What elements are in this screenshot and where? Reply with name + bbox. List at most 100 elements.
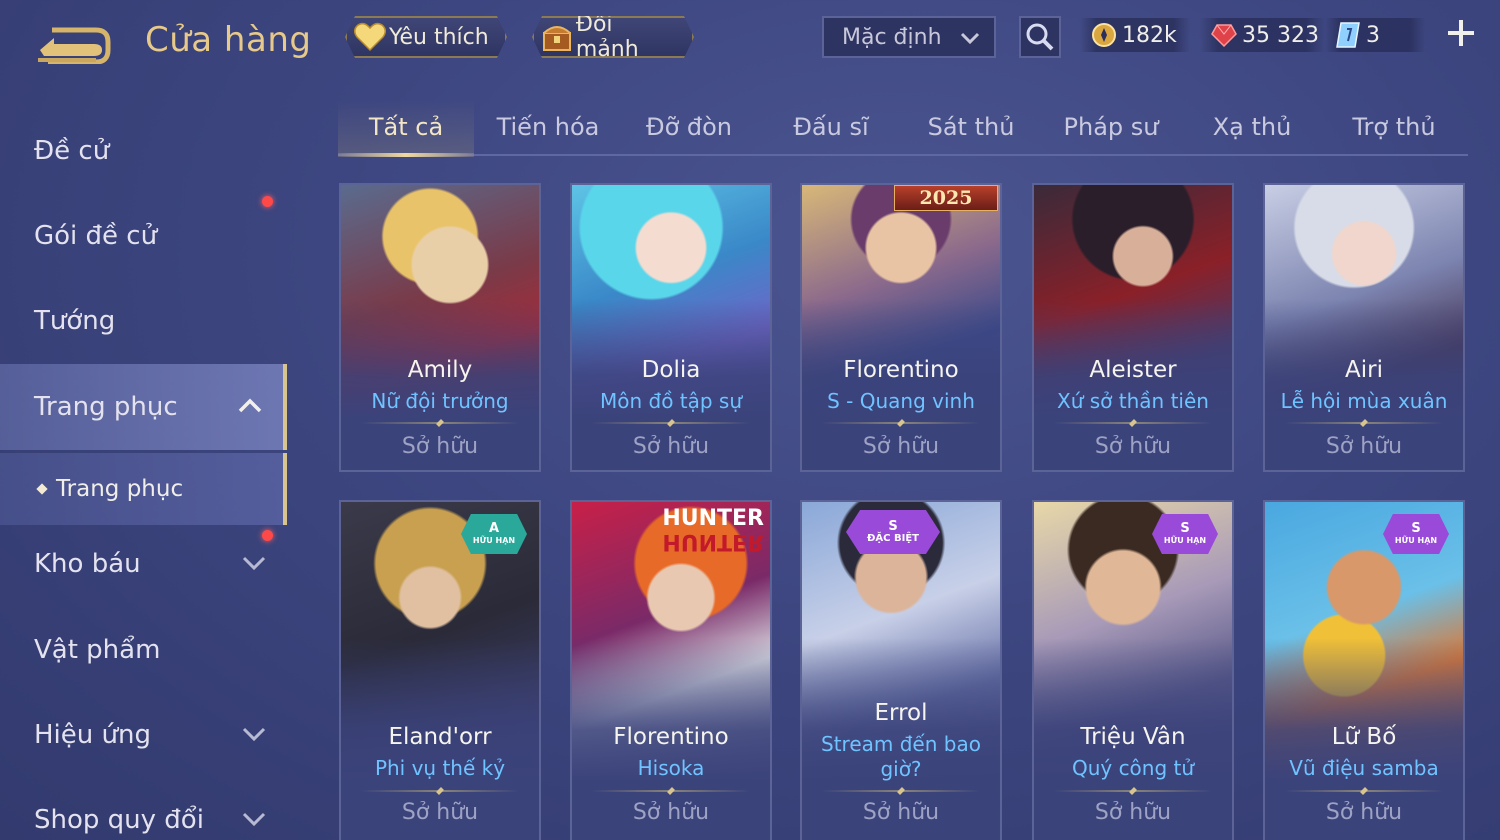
sidebar-item-effects[interactable]: Hiệu ứng: [0, 692, 287, 778]
sidebar-item-heroes[interactable]: Tướng: [0, 278, 287, 364]
hero-name: Amily: [407, 357, 473, 383]
chevron-up-icon: [238, 398, 262, 413]
card-divider: [1054, 419, 1212, 427]
card-divider: [592, 419, 750, 427]
ruby-currency: 35 323: [1210, 18, 1319, 52]
plus-icon[interactable]: [1444, 16, 1478, 50]
sidebar-item-label: Trang phục: [34, 392, 178, 422]
tab-support[interactable]: Trợ thủ: [1324, 100, 1464, 154]
sidebar: Đề cử Gói đề cử Tướng Trang phục Trang p…: [0, 100, 287, 840]
sidebar-item-recommended-packs[interactable]: Gói đề cử: [0, 193, 287, 279]
chevron-down-icon: [960, 32, 980, 45]
rank-letter: A: [488, 521, 500, 536]
gold-coin-icon: [1090, 21, 1118, 49]
voucher-card-icon: [1334, 21, 1362, 49]
treasure-chest-icon: [540, 20, 574, 54]
skin-card[interactable]: Aleister Xứ sở thần tiên Sở hữu: [1032, 183, 1234, 472]
rank-letter: S: [888, 519, 898, 534]
owned-status: Sở hữu: [632, 800, 710, 825]
notification-dot: [262, 530, 273, 541]
class-filter-tabs: Tất cả Tiến hóa Đỡ đòn Đấu sĩ Sát thủ Ph…: [338, 100, 1468, 157]
voucher-currency: 3: [1334, 18, 1380, 52]
sidebar-item-exchange-shop[interactable]: Shop quy đổi: [0, 777, 287, 840]
tab-mage[interactable]: Pháp sư: [1042, 100, 1180, 154]
owned-status: Sở hữu: [862, 434, 940, 459]
owned-status: Sở hữu: [632, 434, 710, 459]
hero-name: Airi: [1345, 357, 1383, 383]
card-divider: [822, 787, 980, 795]
rank-label: ĐẶC BIỆT: [867, 533, 919, 544]
skin-name: Môn đồ tập sự: [599, 389, 743, 413]
tab-tank[interactable]: Đỡ đòn: [620, 100, 758, 154]
search-icon: [1026, 23, 1054, 51]
favorites-label: Yêu thích: [389, 24, 489, 50]
hero-name: Aleister: [1089, 357, 1177, 383]
skin-name: Vũ điệu samba: [1289, 756, 1439, 780]
skin-card[interactable]: 2025 Florentino S - Quang vinh Sở hữu: [800, 183, 1002, 472]
rank-label: HỮU HẠN: [1163, 536, 1207, 545]
tab-fighter[interactable]: Đấu sĩ: [762, 100, 900, 154]
hunter-logo: HUNTER HUNTER: [662, 506, 764, 555]
sidebar-item-label: Đề cử: [34, 136, 110, 166]
skin-card[interactable]: S HỮU HẠN Triệu Vân Quý công tử Sở hữu: [1032, 500, 1234, 840]
chevron-down-icon: [242, 812, 266, 827]
rank-label: HỮU HẠN: [472, 536, 516, 545]
hero-name: Eland'orr: [388, 724, 492, 750]
skin-card[interactable]: Amily Nữ đội trưởng Sở hữu: [339, 183, 541, 472]
card-divider: [592, 787, 750, 795]
tab-marksman[interactable]: Xạ thủ: [1182, 100, 1322, 154]
chevron-down-icon: [242, 556, 266, 571]
owned-status: Sở hữu: [1325, 434, 1403, 459]
exchange-fragments-button[interactable]: Đổi mảnh: [532, 16, 694, 58]
sidebar-item-label: Gói đề cử: [34, 221, 158, 251]
hero-name: Florentino: [613, 724, 729, 750]
sort-dropdown[interactable]: Mặc định: [822, 16, 996, 58]
notification-dot: [262, 196, 273, 207]
ruby-gem-icon: [1210, 21, 1238, 49]
year-badge: 2025: [894, 185, 998, 211]
owned-status: Sở hữu: [1094, 434, 1172, 459]
skin-name: Stream đến bao giờ?: [821, 732, 981, 781]
skin-name: Xứ sở thần tiên: [1057, 389, 1209, 413]
hero-name: Errol: [874, 700, 928, 726]
sidebar-item-items[interactable]: Vật phẩm: [0, 607, 287, 693]
tab-all[interactable]: Tất cả: [338, 100, 474, 157]
search-button[interactable]: [1019, 16, 1061, 58]
sidebar-item-recommended[interactable]: Đề cử: [0, 108, 287, 194]
favorites-button[interactable]: Yêu thích: [345, 16, 507, 58]
sidebar-item-label: Kho báu: [34, 549, 141, 579]
card-divider: [361, 419, 519, 427]
back-arrow-icon[interactable]: [36, 20, 112, 64]
hero-name: Lữ Bố: [1331, 724, 1397, 750]
top-bar: Cửa hàng Yêu thích Đổi mảnh Mặc định 182…: [0, 0, 1500, 80]
skin-card[interactable]: Airi Lễ hội mùa xuân Sở hữu: [1263, 183, 1465, 472]
sidebar-item-treasure[interactable]: Kho báu: [0, 521, 287, 607]
bullet-icon: [36, 483, 48, 495]
card-divider: [822, 419, 980, 427]
sidebar-item-skins[interactable]: Trang phục: [0, 364, 287, 450]
logo-text: HUNTER: [662, 506, 764, 531]
tab-evolution[interactable]: Tiến hóa: [478, 100, 618, 154]
skin-name: Nữ đội trưởng: [371, 389, 509, 413]
ruby-value: 35 323: [1242, 22, 1319, 48]
skin-name: Hisoka: [637, 756, 705, 780]
skin-card[interactable]: A HỮU HẠN Eland'orr Phi vụ thế kỷ Sở hữu: [339, 500, 541, 840]
gold-value: 182k: [1122, 22, 1177, 48]
card-divider: [361, 787, 519, 795]
owned-status: Sở hữu: [401, 434, 479, 459]
gold-currency: 182k: [1090, 18, 1177, 52]
rank-badge: S ĐẶC BIỆT: [846, 510, 940, 554]
owned-status: Sở hữu: [1325, 800, 1403, 825]
tab-assassin[interactable]: Sát thủ: [902, 100, 1040, 154]
rank-badge: S HỮU HẠN: [1152, 514, 1218, 554]
skin-card[interactable]: HUNTER HUNTER Florentino Hisoka Sở hữu: [570, 500, 772, 840]
owned-status: Sở hữu: [1094, 800, 1172, 825]
skin-card[interactable]: Dolia Môn đồ tập sự Sở hữu: [570, 183, 772, 472]
sidebar-item-label: Tướng: [34, 306, 116, 336]
skin-card[interactable]: S ĐẶC BIỆT Errol Stream đến bao giờ? Sở …: [800, 500, 1002, 840]
sidebar-item-label: Hiệu ứng: [34, 720, 151, 750]
page-title: Cửa hàng: [145, 20, 312, 60]
owned-status: Sở hữu: [401, 800, 479, 825]
sidebar-subitem-skins[interactable]: Trang phục: [0, 453, 287, 525]
skin-card[interactable]: S HỮU HẠN Lữ Bố Vũ điệu samba Sở hữu: [1263, 500, 1465, 840]
